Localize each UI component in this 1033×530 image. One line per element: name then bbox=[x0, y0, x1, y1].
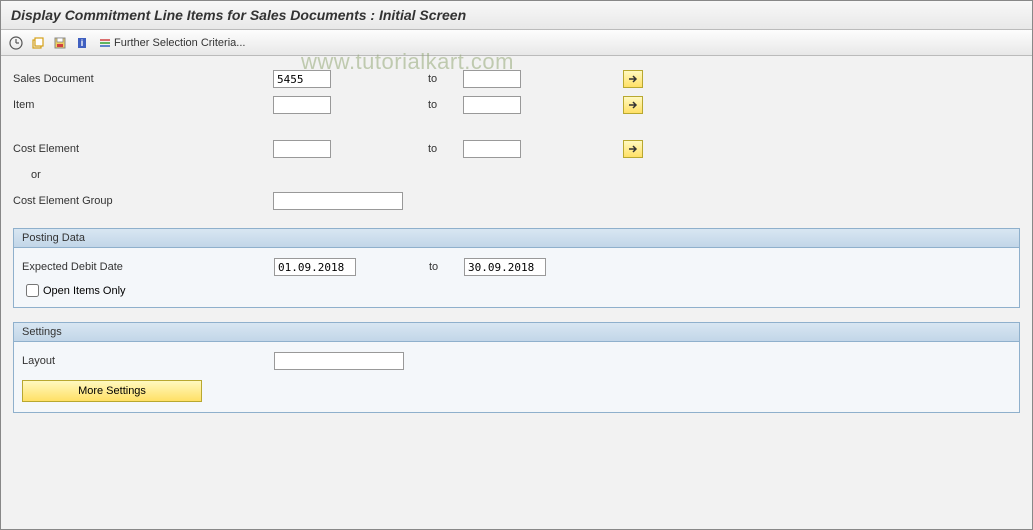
row-open-items: Open Items Only bbox=[22, 284, 1011, 297]
expected-debit-date-label: Expected Debit Date bbox=[22, 261, 274, 273]
svg-text:i: i bbox=[81, 38, 84, 48]
to-label: to bbox=[414, 261, 464, 273]
further-selection-label: Further Selection Criteria... bbox=[114, 37, 245, 49]
settings-group: Settings Layout More Settings bbox=[13, 322, 1020, 413]
expected-debit-date-to[interactable] bbox=[464, 258, 546, 276]
to-label: to bbox=[413, 73, 463, 85]
cost-element-label: Cost Element bbox=[13, 143, 273, 155]
item-to[interactable] bbox=[463, 96, 521, 114]
toolbar: i Further Selection Criteria... bbox=[1, 30, 1032, 56]
further-selection-button[interactable]: Further Selection Criteria... bbox=[95, 36, 249, 50]
expected-debit-date-from[interactable] bbox=[274, 258, 356, 276]
row-item: Item to bbox=[13, 92, 1020, 118]
more-settings-button[interactable]: More Settings bbox=[22, 380, 202, 402]
row-sales-document: Sales Document to bbox=[13, 66, 1020, 92]
row-expected-debit-date: Expected Debit Date to bbox=[22, 254, 1011, 280]
posting-data-group: Posting Data Expected Debit Date to Open… bbox=[13, 228, 1020, 308]
cost-element-multi-button[interactable] bbox=[623, 140, 643, 158]
posting-data-title: Posting Data bbox=[14, 229, 1019, 248]
layout-label: Layout bbox=[22, 355, 274, 367]
sales-document-to[interactable] bbox=[463, 70, 521, 88]
cost-element-group-input[interactable] bbox=[273, 192, 403, 210]
row-or: or bbox=[13, 162, 1020, 188]
content-area: Sales Document to Item to Cost Element t… bbox=[1, 56, 1032, 423]
cost-element-to[interactable] bbox=[463, 140, 521, 158]
item-from[interactable] bbox=[273, 96, 331, 114]
open-items-checkbox[interactable] bbox=[26, 284, 39, 297]
layout-input[interactable] bbox=[274, 352, 404, 370]
row-cost-element: Cost Element to bbox=[13, 136, 1020, 162]
sales-document-label: Sales Document bbox=[13, 73, 273, 85]
execute-icon[interactable] bbox=[7, 34, 25, 52]
open-items-label: Open Items Only bbox=[43, 285, 126, 297]
item-multi-button[interactable] bbox=[623, 96, 643, 114]
row-cost-element-group: Cost Element Group bbox=[13, 188, 1020, 214]
get-variant-icon[interactable] bbox=[29, 34, 47, 52]
page-title: Display Commitment Line Items for Sales … bbox=[1, 1, 1032, 30]
save-icon[interactable] bbox=[51, 34, 69, 52]
to-label: to bbox=[413, 99, 463, 111]
sales-document-from[interactable] bbox=[273, 70, 331, 88]
info-icon[interactable]: i bbox=[73, 34, 91, 52]
row-layout: Layout bbox=[22, 348, 1011, 374]
cost-element-from[interactable] bbox=[273, 140, 331, 158]
item-label: Item bbox=[13, 99, 273, 111]
cost-element-group-label: Cost Element Group bbox=[13, 195, 273, 207]
to-label: to bbox=[413, 143, 463, 155]
settings-title: Settings bbox=[14, 323, 1019, 342]
sales-document-multi-button[interactable] bbox=[623, 70, 643, 88]
or-label: or bbox=[13, 169, 273, 181]
